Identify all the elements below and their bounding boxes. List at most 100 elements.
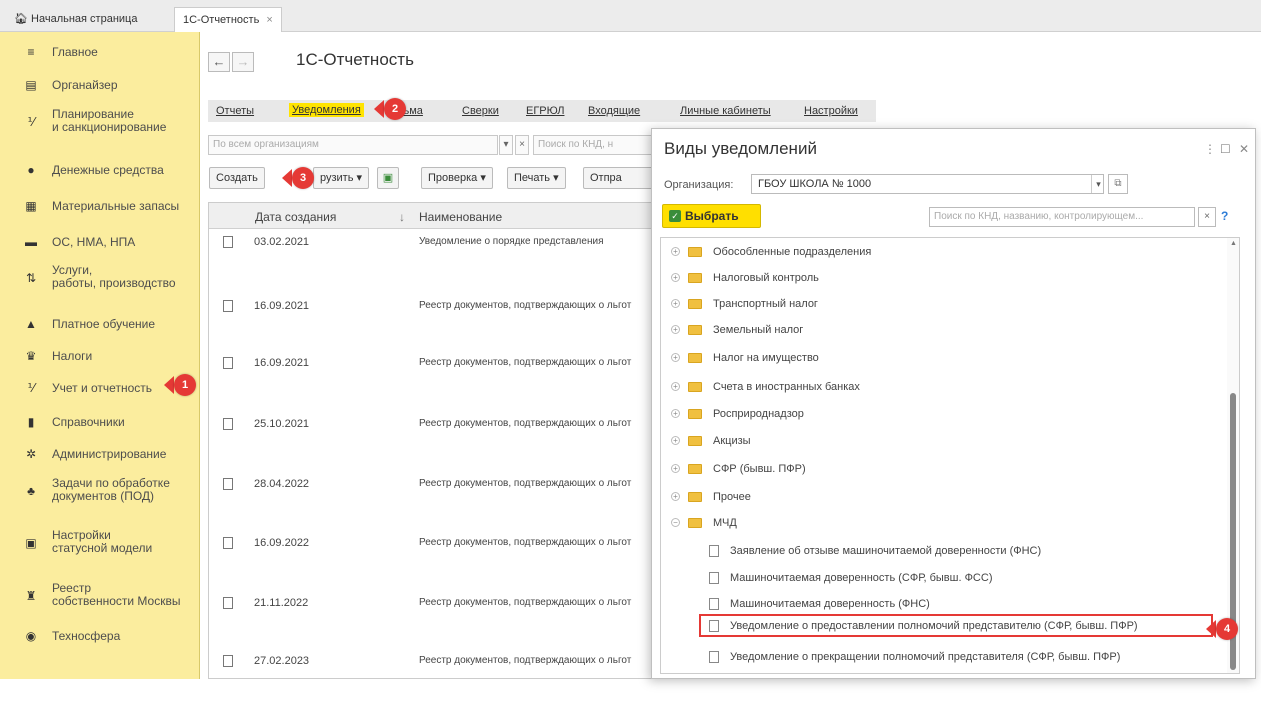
row-name: Уведомление о порядке представления (419, 236, 604, 247)
sidebar-item-moscow-registry[interactable]: ♜ Реестр собственности Москвы (0, 580, 200, 610)
sidebar-item-taxes[interactable]: ♛ Налоги (0, 348, 200, 364)
section-reports[interactable]: Отчеты (216, 105, 254, 117)
sidebar-item-main[interactable]: ≡ Главное (0, 44, 200, 60)
open-icon[interactable]: ⧉ (1108, 174, 1128, 194)
expand-icon[interactable]: + (671, 492, 680, 501)
org-filter-input[interactable]: По всем организациям (208, 135, 498, 155)
document-icon (223, 418, 233, 430)
expand-icon[interactable]: + (671, 353, 680, 362)
sidebar-item-technosphere[interactable]: ◉ Техносфера (0, 628, 200, 644)
sidebar-item-references[interactable]: ▮ Справочники (0, 414, 200, 430)
sidebar-item-assets[interactable]: ▬ ОС, НМА, НПА (0, 234, 200, 250)
tree-group[interactable]: + Прочее (661, 487, 1231, 509)
chevron-down-icon[interactable]: ▾ (499, 135, 513, 155)
tree-group[interactable]: + Счета в иностранных банках (661, 377, 1231, 399)
table-row[interactable]: 21.11.2022 Реестр документов, подтвержда… (209, 594, 654, 647)
section-settings[interactable]: Настройки (804, 105, 858, 117)
collapse-icon[interactable]: − (671, 518, 680, 527)
table-row[interactable]: 03.02.2021 Уведомление о порядке предста… (209, 233, 654, 286)
search-input[interactable]: Поиск по КНД, н (533, 135, 653, 155)
dialog-title: Виды уведомлений (664, 139, 817, 158)
upload-button[interactable]: рузить ▾ (313, 167, 370, 189)
table-row[interactable]: 16.09.2021 Реестр документов, подтвержда… (209, 354, 654, 407)
table-row[interactable]: 16.09.2021 Реестр документов, подтвержда… (209, 297, 654, 350)
maximize-icon[interactable]: ☐ (1220, 142, 1231, 156)
step-marker-1: 1 (174, 374, 196, 396)
sidebar-item-planning[interactable]: ⅟ Планирование и санкционирование (0, 106, 200, 136)
tree-group[interactable]: + Налог на имущество (661, 348, 1231, 370)
tree-group[interactable]: + СФР (бывш. ПФР) (661, 459, 1231, 481)
table-row[interactable]: 16.09.2022 Реестр документов, подтвержда… (209, 534, 654, 587)
section-egrul[interactable]: ЕГРЮЛ (526, 105, 564, 117)
expand-icon[interactable]: + (671, 409, 680, 418)
table-row[interactable]: 28.04.2022 Реестр документов, подтвержда… (209, 475, 654, 528)
row-name: Реестр документов, подтверждающих о льго… (419, 597, 632, 608)
tree-group[interactable]: + Транспортный налог (661, 294, 1231, 316)
section-personal-accounts[interactable]: Личные кабинеты (680, 105, 771, 117)
sidebar-item-label: Планирование и санкционирование (52, 107, 167, 134)
check-button[interactable]: Проверка ▾ (421, 167, 493, 189)
tree-group[interactable]: + Налоговый контроль (661, 268, 1231, 290)
expand-icon[interactable]: + (671, 299, 680, 308)
sidebar-item-label: Учет и отчетность (52, 381, 152, 395)
folder-icon (688, 409, 702, 419)
sidebar-item-organizer[interactable]: ▤ Органайзер (0, 77, 200, 93)
tree-leaf[interactable]: Машиночитаемая доверенность (ФНС) (661, 594, 1231, 616)
close-icon[interactable]: × (266, 14, 272, 26)
sidebar-item-money[interactable]: ● Денежные средства (0, 162, 200, 178)
expand-icon[interactable]: + (671, 436, 680, 445)
org-field[interactable]: ГБОУ ШКОЛА № 1000 (751, 174, 1104, 194)
save-icon[interactable]: ▣ (377, 167, 399, 189)
help-icon[interactable]: ? (1221, 209, 1228, 223)
tree-group[interactable]: − МЧД (661, 513, 1231, 535)
section-incoming[interactable]: Входящие (588, 105, 640, 117)
document-icon (223, 655, 233, 667)
sidebar-item-administration[interactable]: ✲ Администрирование (0, 446, 200, 462)
folder-icon (688, 299, 702, 309)
expand-icon[interactable]: + (671, 464, 680, 473)
close-icon[interactable]: ✕ (1239, 142, 1249, 156)
scroll-up-icon[interactable]: ▲ (1230, 240, 1237, 247)
clear-search-button[interactable]: × (1198, 207, 1216, 227)
tree-leaf[interactable]: Машиночитаемая доверенность (СФР, бывш. … (661, 568, 1231, 590)
back-button[interactable]: ← (208, 52, 230, 72)
print-button[interactable]: Печать ▾ (507, 167, 566, 189)
tree-leaf[interactable]: Заявление об отзыве машиночитаемой довер… (661, 541, 1231, 563)
tree-leaf[interactable]: Уведомление о прекращении полномочий пре… (661, 647, 1231, 669)
tree-label: Налоговый контроль (713, 272, 819, 284)
row-date: 27.02.2023 (254, 655, 310, 667)
sidebar-item-status-model[interactable]: ▣ Настройки статусной модели (0, 527, 200, 557)
tree-group[interactable]: + Росприроднадзор (661, 404, 1231, 426)
tab-home[interactable]: 🏠︎ Начальная страница (6, 7, 145, 32)
row-date: 25.10.2021 (254, 418, 310, 430)
expand-icon[interactable]: + (671, 382, 680, 391)
row-date: 03.02.2021 (254, 236, 310, 248)
tree-group[interactable]: + Акцизы (661, 431, 1231, 453)
table-row[interactable]: 25.10.2021 Реестр документов, подтвержда… (209, 415, 654, 468)
sidebar-item-tasks[interactable]: ♣ Задачи по обработке документов (ПОД) (0, 475, 200, 505)
section-reconciliations[interactable]: Сверки (462, 105, 499, 117)
sort-icon[interactable]: ↓ (399, 210, 405, 224)
expand-icon[interactable]: + (671, 247, 680, 256)
choose-button[interactable]: ✓ Выбрать (662, 204, 761, 228)
send-button[interactable]: Отпра (583, 167, 653, 189)
tab-1c-reporting[interactable]: 1С-Отчетность × (174, 7, 282, 32)
tree-group[interactable]: + Обособленные подразделения (661, 242, 1231, 264)
folder-icon (688, 325, 702, 335)
column-date[interactable]: Дата создания (255, 210, 336, 224)
sidebar-item-services[interactable]: ⇅ Услуги, работы, производство (0, 262, 200, 292)
expand-icon[interactable]: + (671, 273, 680, 282)
clear-filter-button[interactable]: × (515, 135, 529, 155)
scrollbar[interactable]: ▲ (1227, 238, 1239, 673)
forward-button[interactable]: → (232, 52, 254, 72)
more-icon[interactable]: ⋮ (1204, 142, 1216, 156)
sidebar-item-paid-education[interactable]: ▲ Платное обучение (0, 316, 200, 332)
column-name[interactable]: Наименование (419, 210, 502, 224)
tree-group[interactable]: + Земельный налог (661, 320, 1231, 342)
section-notifications[interactable]: Уведомления (289, 103, 364, 117)
search-input[interactable]: Поиск по КНД, названию, контролирующем..… (929, 207, 1195, 227)
create-button[interactable]: Создать (209, 167, 265, 189)
sidebar-item-inventory[interactable]: ▦ Материальные запасы (0, 198, 200, 214)
chevron-down-icon[interactable]: ▾ (1091, 175, 1105, 193)
expand-icon[interactable]: + (671, 325, 680, 334)
